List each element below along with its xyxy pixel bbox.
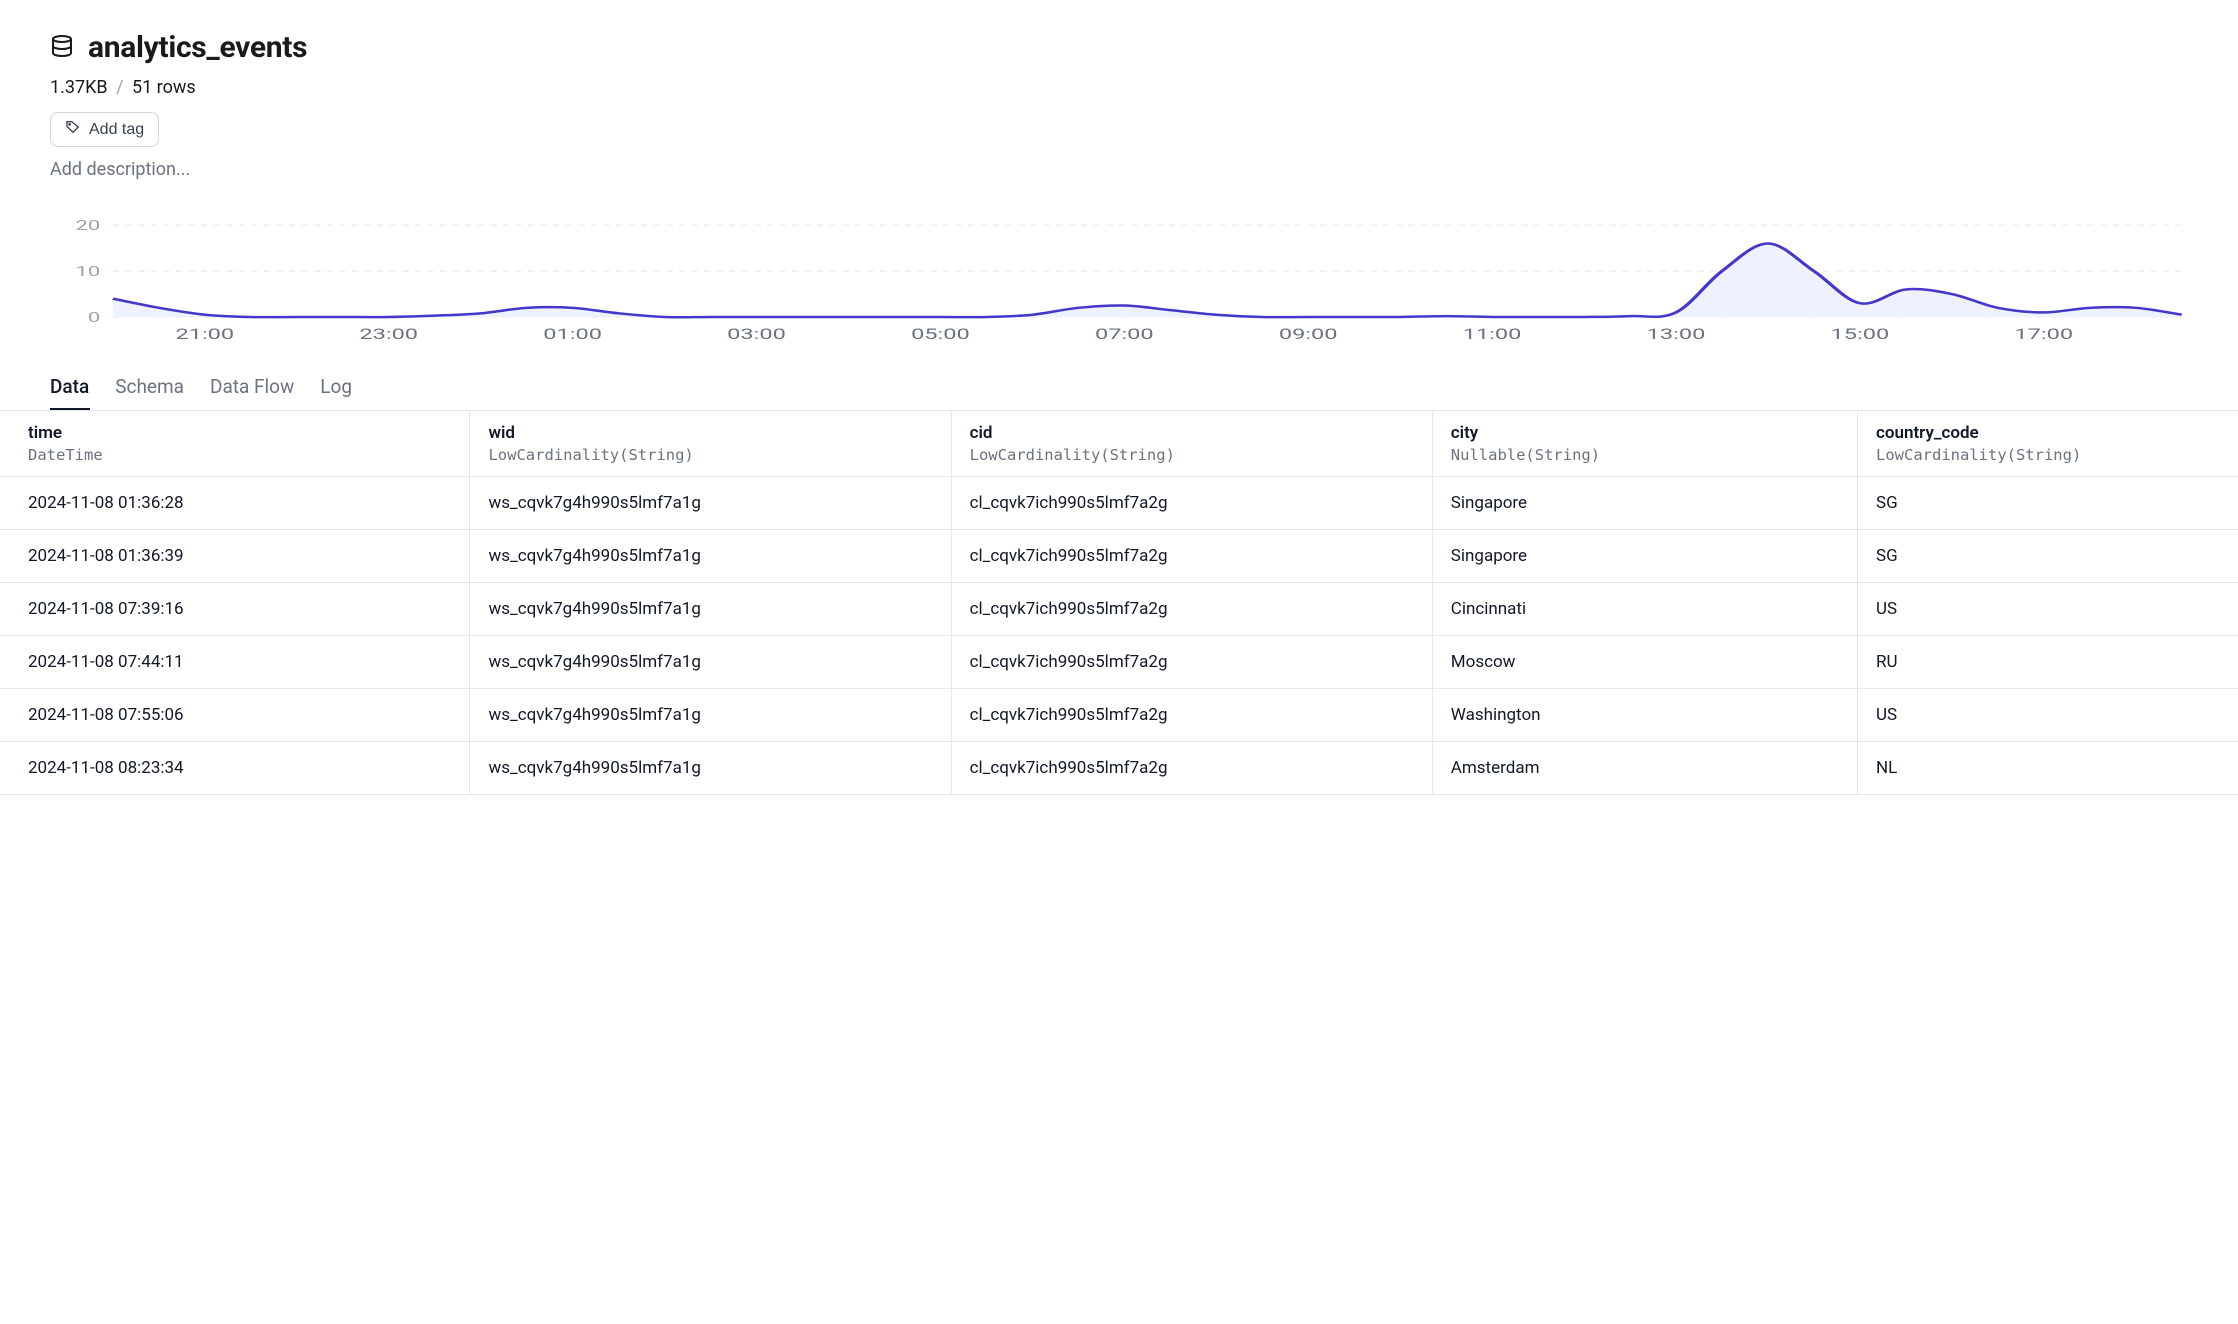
svg-text:03:00: 03:00 [727,325,786,342]
table-row[interactable]: 2024-11-08 08:23:34ws_cqvk7g4h990s5lmf7a… [0,742,2238,795]
description-input[interactable]: Add description... [50,159,2188,180]
tabs: Data Schema Data Flow Log [50,375,2188,410]
svg-text:11:00: 11:00 [1463,325,1522,342]
cell-time: 2024-11-08 07:39:16 [0,583,470,636]
svg-text:05:00: 05:00 [911,325,970,342]
cell-wid: ws_cqvk7g4h990s5lmf7a1g [470,477,951,530]
column-type: LowCardinality(String) [488,446,693,464]
table-row[interactable]: 2024-11-08 07:55:06ws_cqvk7g4h990s5lmf7a… [0,689,2238,742]
column-header-country_code[interactable]: country_code LowCardinality(String) [1858,411,2238,477]
cell-country_code: US [1858,583,2238,636]
cell-city: Washington [1432,689,1857,742]
column-header-cid[interactable]: cid LowCardinality(String) [951,411,1432,477]
data-table: timeDateTimewidLowCardinality(String)cid… [0,410,2238,795]
cell-time: 2024-11-08 07:55:06 [0,689,470,742]
column-type: LowCardinality(String) [970,446,1175,464]
rows-label: 51 rows [132,77,196,98]
svg-text:20: 20 [76,217,101,234]
svg-text:17:00: 17:00 [2014,325,2073,342]
cell-time: 2024-11-08 01:36:39 [0,530,470,583]
svg-text:01:00: 01:00 [543,325,602,342]
svg-text:23:00: 23:00 [359,325,418,342]
svg-text:10: 10 [76,263,101,280]
cell-country_code: SG [1858,477,2238,530]
cell-city: Singapore [1432,477,1857,530]
column-name: country_code [1876,423,2218,443]
tab-data-flow[interactable]: Data Flow [210,375,294,410]
cell-country_code: US [1858,689,2238,742]
database-icon [50,34,74,62]
cell-cid: cl_cqvk7ich990s5lmf7a2g [951,742,1432,795]
page-title: analytics_events [88,30,307,65]
column-name: wid [488,423,930,443]
size-label: 1.37KB [50,77,108,98]
svg-text:15:00: 15:00 [1831,325,1890,342]
column-name: cid [970,423,1412,443]
cell-cid: cl_cqvk7ich990s5lmf7a2g [951,636,1432,689]
tab-data[interactable]: Data [50,375,89,410]
activity-chart: 0 10 20 21:00 23:00 01:00 03:00 05:00 07:00 09:00… [50,210,2188,345]
table-row[interactable]: 2024-11-08 01:36:28ws_cqvk7g4h990s5lmf7a… [0,477,2238,530]
cell-city: Cincinnati [1432,583,1857,636]
cell-cid: cl_cqvk7ich990s5lmf7a2g [951,583,1432,636]
cell-wid: ws_cqvk7g4h990s5lmf7a1g [470,530,951,583]
cell-time: 2024-11-08 01:36:28 [0,477,470,530]
column-type: DateTime [28,446,103,464]
column-header-time[interactable]: time DateTime [0,411,470,477]
cell-wid: ws_cqvk7g4h990s5lmf7a1g [470,742,951,795]
tag-icon [65,119,81,140]
add-tag-button[interactable]: Add tag [50,112,159,147]
svg-text:07:00: 07:00 [1095,325,1154,342]
cell-wid: ws_cqvk7g4h990s5lmf7a1g [470,636,951,689]
column-type: Nullable(String) [1451,446,1600,464]
data-table-wrap: timeDateTimewidLowCardinality(String)cid… [0,410,2238,795]
table-row[interactable]: 2024-11-08 07:44:11ws_cqvk7g4h990s5lmf7a… [0,636,2238,689]
cell-time: 2024-11-08 08:23:34 [0,742,470,795]
column-header-wid[interactable]: wid LowCardinality(String) [470,411,951,477]
cell-wid: ws_cqvk7g4h990s5lmf7a1g [470,689,951,742]
cell-cid: cl_cqvk7ich990s5lmf7a2g [951,530,1432,583]
add-tag-label: Add tag [89,121,144,139]
svg-text:21:00: 21:00 [175,325,234,342]
cell-country_code: RU [1858,636,2238,689]
table-row[interactable]: 2024-11-08 01:36:39ws_cqvk7g4h990s5lmf7a… [0,530,2238,583]
column-type: LowCardinality(String) [1876,446,2081,464]
cell-city: Moscow [1432,636,1857,689]
svg-text:13:00: 13:00 [1647,325,1706,342]
tab-schema[interactable]: Schema [115,375,184,410]
svg-text:09:00: 09:00 [1279,325,1338,342]
dataset-stats: 1.37KB / 51 rows [50,77,2188,98]
svg-text:0: 0 [88,309,100,326]
cell-country_code: SG [1858,530,2238,583]
cell-country_code: NL [1858,742,2238,795]
column-header-city[interactable]: city Nullable(String) [1432,411,1857,477]
column-name: city [1451,423,1837,443]
cell-cid: cl_cqvk7ich990s5lmf7a2g [951,689,1432,742]
column-name: time [28,423,449,443]
cell-city: Singapore [1432,530,1857,583]
cell-cid: cl_cqvk7ich990s5lmf7a2g [951,477,1432,530]
tab-log[interactable]: Log [320,375,352,410]
table-row[interactable]: 2024-11-08 07:39:16ws_cqvk7g4h990s5lmf7a… [0,583,2238,636]
cell-time: 2024-11-08 07:44:11 [0,636,470,689]
cell-wid: ws_cqvk7g4h990s5lmf7a1g [470,583,951,636]
cell-city: Amsterdam [1432,742,1857,795]
